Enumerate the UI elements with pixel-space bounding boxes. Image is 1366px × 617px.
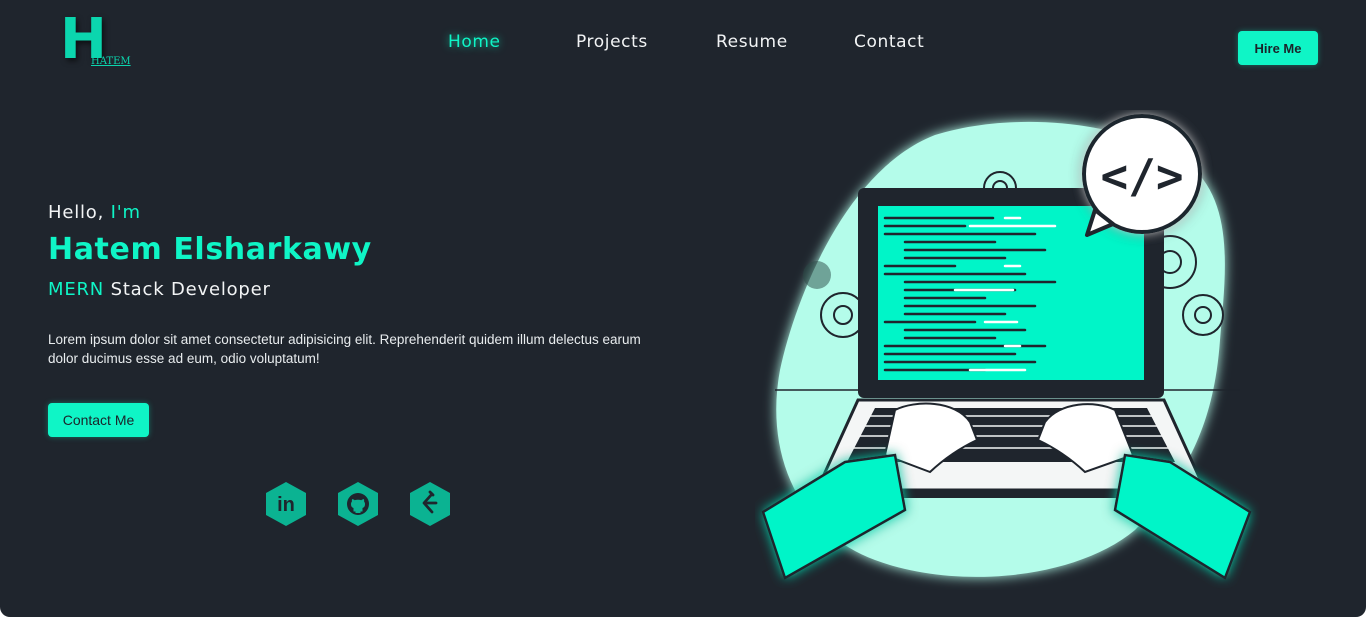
hire-me-button[interactable]: Hire Me: [1238, 31, 1318, 65]
linkedin-text: in: [277, 494, 295, 516]
greeting-text: Hello,: [48, 202, 111, 223]
developer-laptop-illustration: </>: [761, 114, 1252, 580]
linkedin-icon: in: [266, 482, 306, 526]
role-text: Stack Developer: [104, 279, 271, 300]
leetcode-link[interactable]: [408, 481, 452, 527]
hero-name: Hatem Elsharkawy: [48, 232, 372, 267]
greeting: Hello, I'm: [48, 202, 141, 223]
nav-home[interactable]: Home: [448, 32, 501, 52]
code-bubble-text: </>: [1100, 149, 1183, 203]
linkedin-link[interactable]: in: [264, 481, 308, 527]
github-icon: [338, 482, 378, 526]
main-nav: Home Projects Resume Contact: [0, 32, 1366, 58]
nav-resume[interactable]: Resume: [716, 32, 788, 52]
nav-projects[interactable]: Projects: [576, 32, 648, 52]
greeting-accent: I'm: [110, 202, 141, 223]
page: H HATEM Home Projects Resume Contact Hir…: [0, 0, 1366, 617]
hero-description: Lorem ipsum dolor sit amet consectetur a…: [48, 332, 641, 366]
contact-me-button[interactable]: Contact Me: [48, 403, 149, 437]
leetcode-icon: [410, 482, 450, 526]
hero-role: MERN Stack Developer: [48, 279, 271, 300]
role-accent: MERN: [48, 279, 105, 300]
github-link[interactable]: [336, 481, 380, 527]
nav-contact[interactable]: Contact: [854, 32, 924, 52]
